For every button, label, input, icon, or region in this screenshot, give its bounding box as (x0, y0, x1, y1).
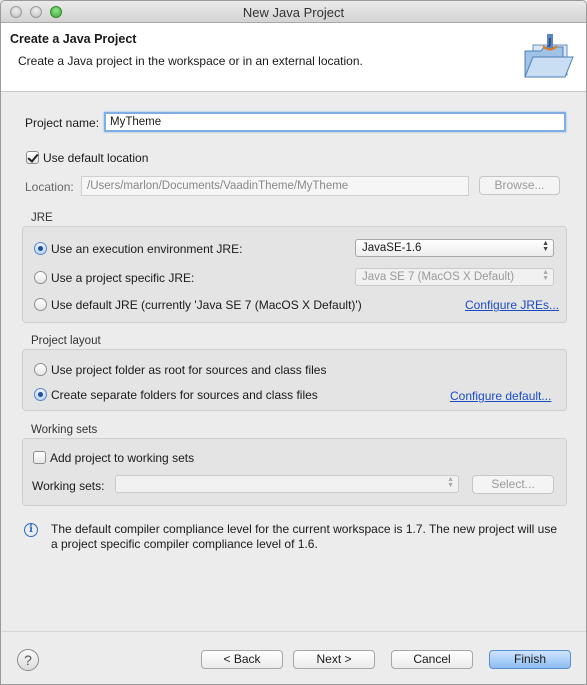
use-default-location-label: Use default location (43, 151, 149, 165)
use-default-location-checkbox[interactable] (26, 151, 39, 164)
footer-divider (1, 631, 586, 632)
default-jre-label: Use default JRE (currently 'Java SE 7 (M… (51, 298, 362, 312)
jre-group-label: JRE (31, 212, 53, 224)
back-button[interactable]: < Back (201, 650, 283, 669)
project-jre-select[interactable]: Java SE 7 (MacOS X Default) ▲ ▼ (355, 268, 554, 286)
execution-env-select[interactable]: JavaSE-1.6 ▲ ▼ (355, 239, 554, 257)
project-layout-group-label: Project layout (31, 335, 101, 347)
project-specific-jre-label: Use a project specific JRE: (51, 271, 195, 285)
project-name-input[interactable]: MyTheme (104, 112, 566, 132)
add-to-working-sets-checkbox[interactable] (33, 451, 46, 464)
help-icon[interactable]: ? (17, 649, 39, 671)
working-sets-label: Working sets: (32, 479, 105, 493)
select-arrows-icon: ▲ ▼ (542, 269, 549, 282)
select-working-sets-button[interactable]: Select... (472, 475, 554, 494)
title-bar: New Java Project (1, 1, 586, 23)
execution-env-jre-label: Use an execution environment JRE: (51, 242, 243, 256)
default-jre-radio[interactable] (34, 298, 47, 311)
add-to-working-sets-label: Add project to working sets (50, 451, 195, 465)
cancel-button[interactable]: Cancel (391, 650, 473, 669)
execution-env-value: JavaSE-1.6 (362, 242, 422, 254)
page-title: Create a Java Project (10, 32, 137, 46)
compliance-info-message: The default compiler compliance level fo… (51, 522, 558, 551)
configure-jres-link[interactable]: Configure JREs... (465, 298, 559, 312)
project-specific-jre-radio[interactable] (34, 271, 47, 284)
select-arrows-icon: ▲ ▼ (542, 240, 549, 253)
configure-default-link[interactable]: Configure default... (450, 389, 551, 403)
execution-env-jre-radio[interactable] (34, 242, 47, 255)
working-sets-group (22, 438, 567, 506)
browse-button[interactable]: Browse... (479, 176, 560, 195)
single-folder-layout-radio[interactable] (34, 363, 47, 376)
next-button[interactable]: Next > (293, 650, 375, 669)
finish-button[interactable]: Finish (489, 650, 571, 669)
project-jre-value: Java SE 7 (MacOS X Default) (362, 271, 515, 283)
select-arrows-icon: ▲ ▼ (447, 476, 454, 489)
working-sets-select[interactable]: ▲ ▼ (115, 475, 459, 493)
new-java-project-window: New Java Project Create a Java Project C… (0, 0, 587, 685)
separate-folders-layout-label: Create separate folders for sources and … (51, 388, 318, 402)
page-description: Create a Java project in the workspace o… (18, 54, 363, 68)
single-folder-layout-label: Use project folder as root for sources a… (51, 363, 327, 377)
working-sets-group-label: Working sets (31, 424, 98, 436)
wizard-header: Create a Java Project Create a Java proj… (1, 23, 586, 92)
project-name-label: Project name: (25, 116, 100, 130)
svg-text:J: J (547, 37, 552, 48)
location-input[interactable]: /Users/marlon/Documents/VaadinTheme/MyTh… (81, 176, 469, 196)
location-label: Location: (25, 180, 74, 194)
separate-folders-layout-radio[interactable] (34, 388, 47, 401)
info-icon: i (24, 523, 38, 537)
window-title: New Java Project (242, 5, 345, 20)
java-project-wizard-icon: J (524, 34, 574, 78)
